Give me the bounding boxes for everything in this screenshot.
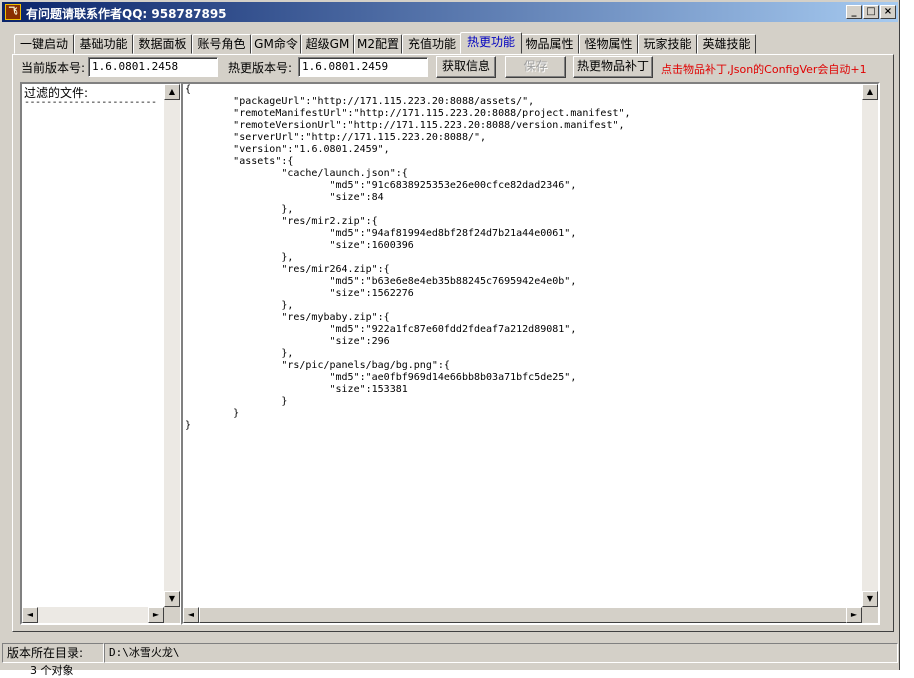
tab-data-panel[interactable]: 数据面板 (133, 34, 192, 54)
app-logo-icon: 飞 (5, 4, 21, 20)
version-dir-label: 版本所在目录: (2, 643, 104, 663)
scroll-up-icon[interactable]: ▲ (862, 84, 878, 100)
filtered-files-vertical-scrollbar[interactable]: ▲ ▼ (164, 84, 180, 607)
tab-m2-config[interactable]: M2配置 (354, 34, 402, 54)
title-bar[interactable]: 飞 有问题请联系作者QQ: 958787895 _ □ × (2, 2, 898, 22)
scroll-left-icon[interactable]: ◄ (22, 607, 38, 623)
close-button[interactable]: × (880, 5, 896, 19)
hot-update-item-patch-button[interactable]: 热更物品补丁 (573, 56, 653, 78)
maximize-button[interactable]: □ (863, 5, 879, 19)
tab-super-gm[interactable]: 超级GM (301, 34, 354, 54)
window-title: 有问题请联系作者QQ: 958787895 (26, 7, 227, 21)
minimize-button[interactable]: _ (846, 5, 862, 19)
filtered-files-separator: ------------------------ (24, 97, 157, 108)
background-explorer-status: 3 个对象 (30, 664, 74, 677)
filtered-files-list[interactable]: 过滤的文件: ------------------------ ▲ ▼ ◄ ► (20, 82, 182, 625)
current-version-input[interactable]: 1.6.0801.2458 (88, 57, 218, 77)
scroll-right-icon[interactable]: ► (148, 607, 164, 623)
scrollbar-corner (164, 607, 180, 623)
tab-hot-update[interactable]: 热更功能 (460, 32, 522, 54)
tab-monster-attributes[interactable]: 怪物属性 (579, 34, 638, 54)
desktop-background (900, 0, 914, 670)
editor-horizontal-scroll-thumb[interactable] (199, 607, 847, 623)
hot-version-input[interactable]: 1.6.0801.2459 (298, 57, 428, 77)
editor-horizontal-scrollbar[interactable]: ◄ ► (183, 607, 862, 623)
tab-basic-functions[interactable]: 基础功能 (74, 34, 133, 54)
version-dir-value: D:\冰雪火龙\ (104, 643, 898, 663)
scrollbar-corner (862, 607, 878, 623)
save-button[interactable]: 保存 (505, 56, 566, 78)
scroll-down-icon[interactable]: ▼ (164, 591, 180, 607)
fetch-info-button[interactable]: 获取信息 (436, 56, 496, 78)
current-version-label: 当前版本号: (21, 61, 86, 75)
scroll-left-icon[interactable]: ◄ (183, 607, 199, 623)
tab-player-skills[interactable]: 玩家技能 (638, 34, 697, 54)
filtered-files-horizontal-scrollbar[interactable]: ◄ ► (22, 607, 164, 623)
manifest-json-editor[interactable]: { "packageUrl":"http://171.115.223.20:80… (181, 82, 880, 625)
tab-hero-skills[interactable]: 英雄技能 (697, 34, 756, 54)
scroll-down-icon[interactable]: ▼ (862, 591, 878, 607)
tab-account-role[interactable]: 账号角色 (192, 34, 251, 54)
tab-recharge[interactable]: 充值功能 (402, 34, 462, 54)
scroll-up-icon[interactable]: ▲ (164, 84, 180, 100)
main-window: 飞 有问题请联系作者QQ: 958787895 _ □ × 一键启动 基础功能 … (0, 0, 900, 670)
tab-item-attributes[interactable]: 物品属性 (520, 34, 579, 54)
tab-gm-commands[interactable]: GM命令 (251, 34, 301, 54)
status-bar: 版本所在目录: D:\冰雪火龙\ (0, 643, 900, 663)
editor-vertical-scrollbar[interactable]: ▲ ▼ (862, 84, 878, 607)
patch-hint-text: 点击物品补丁,Json的ConfigVer会自动+1 (661, 63, 867, 76)
manifest-json-text[interactable]: { "packageUrl":"http://171.115.223.20:80… (185, 84, 631, 432)
scroll-right-icon[interactable]: ► (846, 607, 862, 623)
hot-version-label: 热更版本号: (228, 61, 293, 75)
tab-one-click-start[interactable]: 一键启动 (14, 34, 74, 54)
